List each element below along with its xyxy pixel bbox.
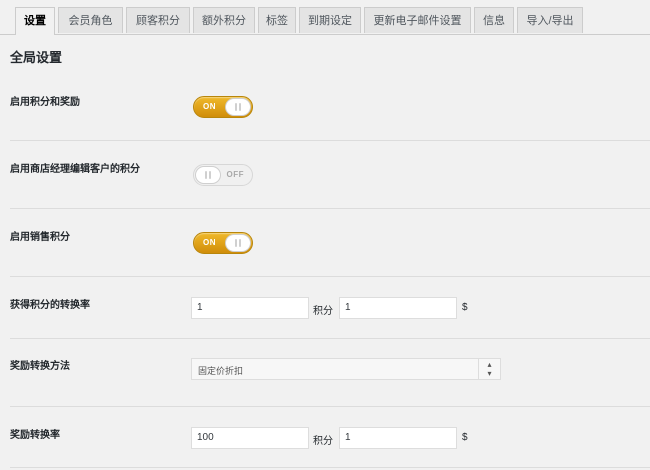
settings-tab-bar: 设置 会员角色 顾客积分 额外积分 标签 到期设定 更新电子邮件设置 信息 导入… [0,0,650,35]
toggle-state-text: ON [203,238,216,247]
earn-points-input[interactable]: 1 [191,297,309,319]
tab-customer-points[interactable]: 顾客积分 [126,7,190,33]
toggle-knob [195,166,221,184]
toggle-state-text: OFF [226,170,244,179]
enable-points-toggle[interactable]: ON [193,96,253,118]
redeem-method-label: 奖励转换方法 [10,361,70,372]
redeem-rate-label: 奖励转换率 [10,430,60,441]
divider [10,406,650,407]
redeem-money-input[interactable]: 1 [339,427,457,449]
redeem-method-select[interactable]: 固定价折扣 ▴ ▾ [191,358,501,380]
sales-points-toggle[interactable]: ON [193,232,253,254]
divider [10,338,650,339]
tab-member-roles[interactable]: 会员角色 [58,7,123,33]
divider [10,276,650,277]
tab-info[interactable]: 信息 [474,7,514,33]
sales-points-label: 启用销售积分 [10,232,70,243]
toggle-knob [225,234,251,252]
earn-rate-label: 获得积分的转换率 [10,300,90,311]
divider [10,140,650,141]
tab-import-export[interactable]: 导入/导出 [517,7,583,33]
tab-settings[interactable]: 设置 [15,7,55,35]
manager-edit-toggle[interactable]: OFF [193,164,253,186]
tab-extra-points[interactable]: 额外积分 [193,7,255,33]
select-arrows-icon: ▴ ▾ [478,359,500,379]
earn-money-input[interactable]: 1 [339,297,457,319]
currency-unit-label: $ [462,302,468,313]
tab-labels[interactable]: 标签 [258,7,296,33]
points-unit-label: 积分 [313,306,333,317]
points-unit-label: 积分 [313,436,333,447]
tab-email-settings[interactable]: 更新电子邮件设置 [364,7,471,33]
enable-points-label: 启用积分和奖励 [10,97,80,108]
divider [10,467,650,468]
divider [10,208,650,209]
toggle-knob [225,98,251,116]
currency-unit-label: $ [462,432,468,443]
redeem-method-value: 固定价折扣 [198,366,244,376]
toggle-state-text: ON [203,102,216,111]
redeem-points-input[interactable]: 100 [191,427,309,449]
section-title: 全局设置 [10,50,63,65]
tab-expiry-settings[interactable]: 到期设定 [299,7,361,33]
manager-edit-label: 启用商店经理编辑客户的积分 [10,164,140,175]
